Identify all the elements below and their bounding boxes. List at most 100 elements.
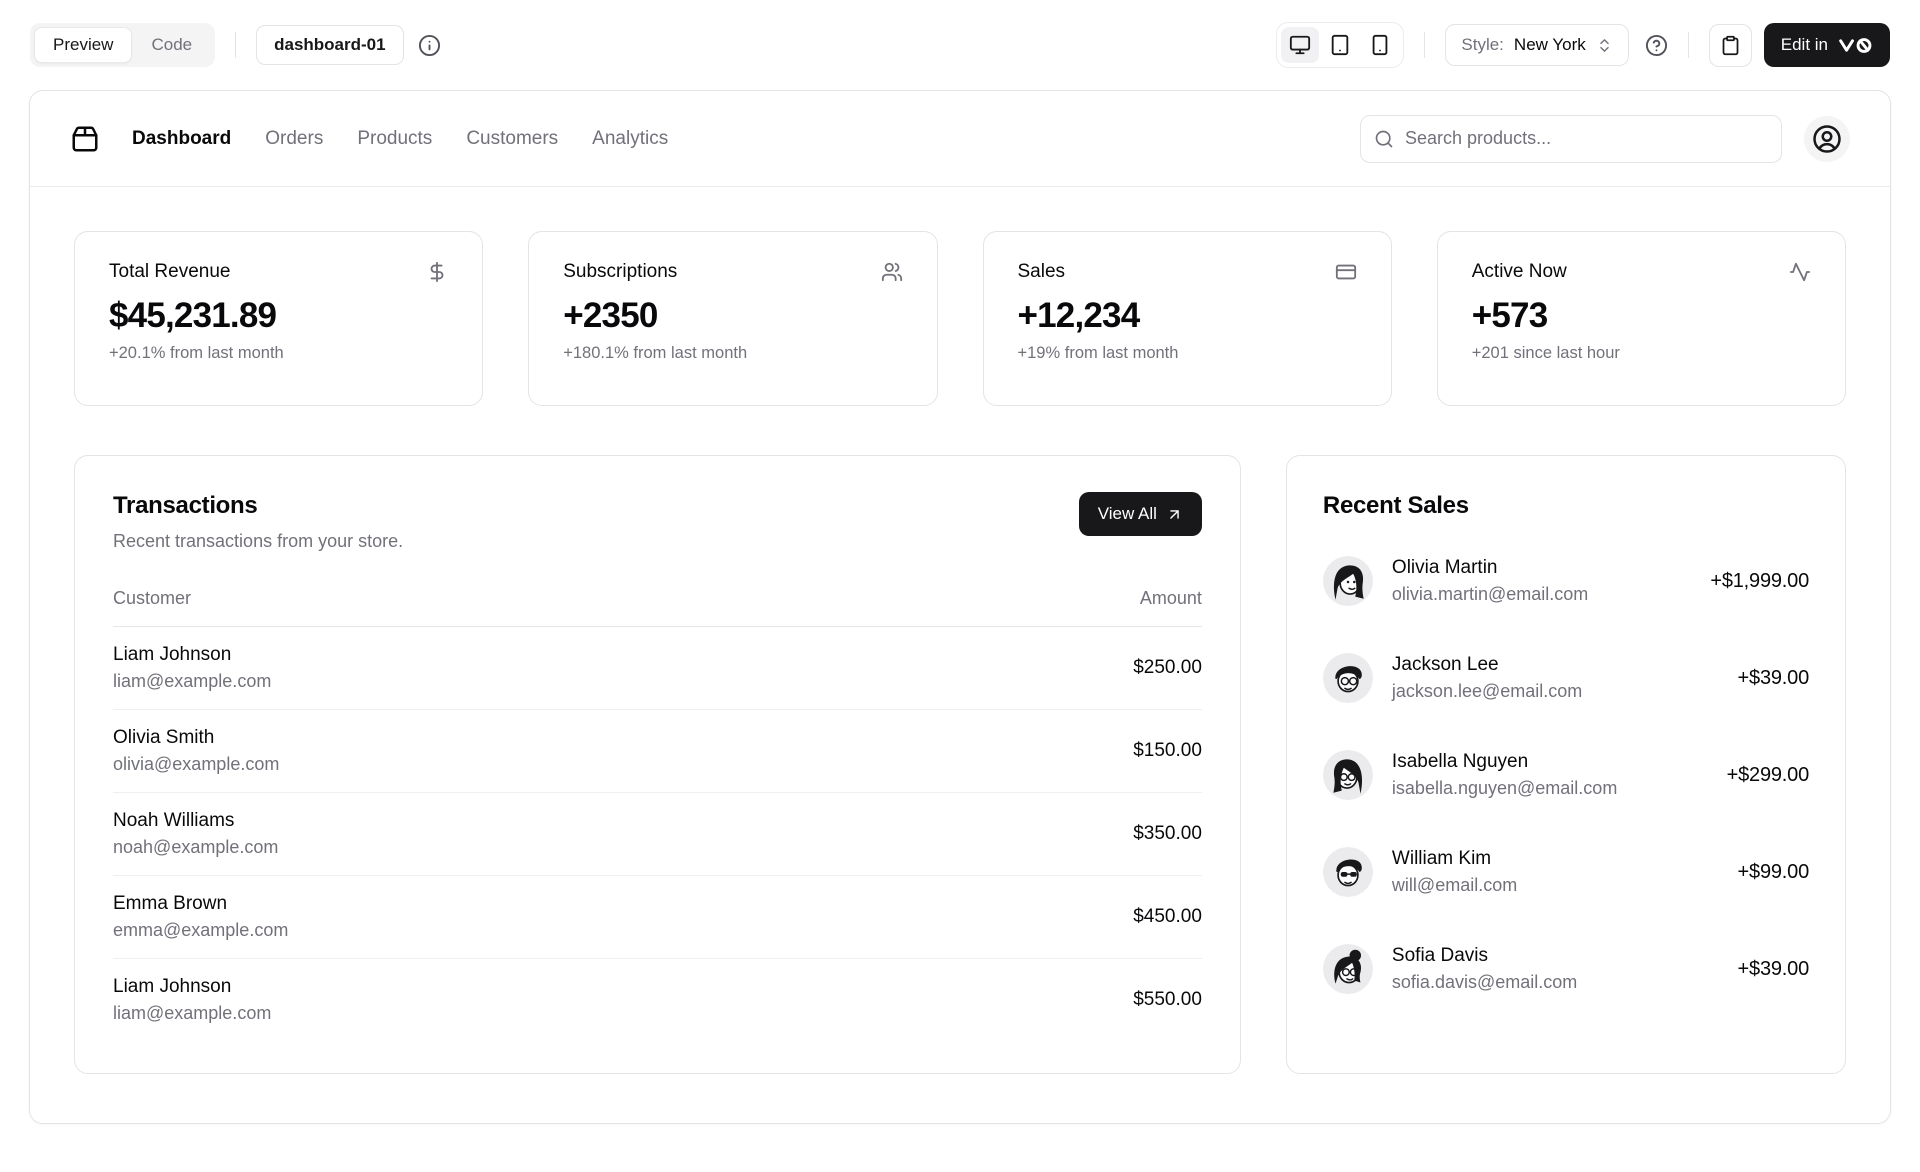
- nav-item-dashboard[interactable]: Dashboard: [132, 128, 231, 150]
- device-size-toggle: [1276, 22, 1404, 68]
- view-all-label: View All: [1098, 504, 1157, 524]
- transaction-amount: $150.00: [1133, 740, 1202, 762]
- package-icon[interactable]: [70, 124, 100, 154]
- customer-name: Noah Williams: [113, 810, 278, 832]
- search-wrap: [1360, 115, 1782, 163]
- stat-change: +180.1% from last month: [563, 344, 902, 363]
- transactions-title: Transactions: [113, 492, 403, 520]
- table-row[interactable]: Liam Johnson liam@example.com $250.00: [113, 627, 1202, 710]
- sale-amount: +$39.00: [1738, 667, 1809, 690]
- transactions-subtitle: Recent transactions from your store.: [113, 531, 403, 552]
- avatar: [1323, 556, 1373, 606]
- stat-value: +2350: [563, 296, 902, 336]
- stat-card-subscriptions: Subscriptions +2350 +180.1% from last mo…: [528, 231, 937, 406]
- column-header-amount: Amount: [1140, 588, 1202, 609]
- customer-email: olivia@example.com: [113, 754, 279, 775]
- recent-sales-list: Olivia Martin olivia.martin@email.com +$…: [1323, 556, 1809, 994]
- toolbar-separator: [235, 32, 236, 58]
- customer-email: noah@example.com: [113, 837, 278, 858]
- info-button[interactable]: [418, 34, 441, 57]
- customer-name: Olivia Smith: [113, 727, 279, 749]
- tablet-icon: [1329, 34, 1351, 56]
- stat-title: Total Revenue: [109, 261, 230, 283]
- tab-preview[interactable]: Preview: [34, 27, 132, 63]
- avatar: [1323, 944, 1373, 994]
- sale-email: olivia.martin@email.com: [1392, 584, 1588, 605]
- avatar: [1323, 847, 1373, 897]
- search-input[interactable]: [1360, 115, 1782, 163]
- sale-name: William Kim: [1392, 848, 1517, 870]
- sale-name: Isabella Nguyen: [1392, 751, 1617, 773]
- list-item: Jackson Lee jackson.lee@email.com +$39.0…: [1323, 653, 1809, 703]
- nav-item-analytics[interactable]: Analytics: [592, 128, 668, 150]
- sale-amount: +$1,999.00: [1710, 570, 1809, 593]
- stat-title: Subscriptions: [563, 261, 677, 283]
- block-preview-frame: Dashboard Orders Products Customers Anal…: [29, 90, 1891, 1124]
- table-row[interactable]: Olivia Smith olivia@example.com $150.00: [113, 710, 1202, 793]
- transactions-table: Customer Amount Liam Johnson liam@exampl…: [113, 588, 1202, 1041]
- stat-card-sales: Sales +12,234 +19% from last month: [983, 231, 1392, 406]
- sale-name: Olivia Martin: [1392, 557, 1588, 579]
- recent-sales-title: Recent Sales: [1323, 492, 1809, 520]
- chevrons-up-down-icon: [1596, 37, 1613, 54]
- sale-name: Sofia Davis: [1392, 945, 1577, 967]
- avatar: [1323, 750, 1373, 800]
- table-row[interactable]: Emma Brown emma@example.com $450.00: [113, 876, 1202, 959]
- users-icon: [881, 261, 903, 283]
- edit-in-v0-label: Edit in: [1781, 35, 1828, 55]
- help-circle-icon: [1645, 34, 1668, 57]
- sale-amount: +$299.00: [1727, 764, 1809, 787]
- sale-name: Jackson Lee: [1392, 654, 1582, 676]
- device-desktop-button[interactable]: [1281, 27, 1319, 63]
- list-item: William Kim will@email.com +$99.00: [1323, 847, 1809, 897]
- nav-item-products[interactable]: Products: [357, 128, 432, 150]
- stat-change: +20.1% from last month: [109, 344, 448, 363]
- stat-change: +201 since last hour: [1472, 344, 1811, 363]
- column-header-customer: Customer: [113, 588, 191, 609]
- avatar: [1323, 653, 1373, 703]
- arrow-up-right-icon: [1166, 506, 1183, 523]
- edit-in-v0-button[interactable]: Edit in: [1764, 23, 1890, 67]
- stat-value: +12,234: [1018, 296, 1357, 336]
- user-circle-icon: [1812, 124, 1842, 154]
- customer-email: emma@example.com: [113, 920, 288, 941]
- customer-name: Liam Johnson: [113, 976, 271, 998]
- toolbar-separator: [1424, 32, 1425, 58]
- view-all-button[interactable]: View All: [1079, 492, 1202, 536]
- list-item: Olivia Martin olivia.martin@email.com +$…: [1323, 556, 1809, 606]
- preview-code-toggle: Preview Code: [30, 23, 215, 67]
- customer-name: Liam Johnson: [113, 644, 271, 666]
- block-name-badge: dashboard-01: [256, 25, 403, 65]
- sale-email: isabella.nguyen@email.com: [1392, 778, 1617, 799]
- account-menu-button[interactable]: [1804, 116, 1850, 162]
- nav-item-customers[interactable]: Customers: [466, 128, 558, 150]
- stat-card-total-revenue: Total Revenue $45,231.89 +20.1% from las…: [74, 231, 483, 406]
- dashboard-navbar: Dashboard Orders Products Customers Anal…: [30, 91, 1890, 187]
- customer-name: Emma Brown: [113, 893, 288, 915]
- list-item: Isabella Nguyen isabella.nguyen@email.co…: [1323, 750, 1809, 800]
- transactions-card: Transactions Recent transactions from yo…: [74, 455, 1241, 1074]
- stat-value: $45,231.89: [109, 296, 448, 336]
- copy-code-button[interactable]: [1709, 24, 1752, 67]
- nav-links: Dashboard Orders Products Customers Anal…: [132, 128, 668, 150]
- device-tablet-button[interactable]: [1321, 27, 1359, 63]
- nav-item-orders[interactable]: Orders: [265, 128, 323, 150]
- stat-change: +19% from last month: [1018, 344, 1357, 363]
- table-row[interactable]: Noah Williams noah@example.com $350.00: [113, 793, 1202, 876]
- dollar-sign-icon: [426, 261, 448, 283]
- help-button[interactable]: [1645, 34, 1668, 57]
- toolbar-separator: [1688, 32, 1689, 58]
- stat-card-active-now: Active Now +573 +201 since last hour: [1437, 231, 1846, 406]
- transaction-amount: $550.00: [1133, 989, 1202, 1011]
- tab-code[interactable]: Code: [132, 27, 211, 63]
- table-row[interactable]: Liam Johnson liam@example.com $550.00: [113, 959, 1202, 1041]
- sale-email: jackson.lee@email.com: [1392, 681, 1582, 702]
- transaction-amount: $350.00: [1133, 823, 1202, 845]
- smartphone-icon: [1369, 34, 1391, 56]
- recent-sales-card: Recent Sales Olivia Martin olivia.martin…: [1286, 455, 1846, 1074]
- style-select[interactable]: Style: New York: [1445, 24, 1628, 66]
- transaction-amount: $450.00: [1133, 906, 1202, 928]
- credit-card-icon: [1335, 261, 1357, 283]
- activity-icon: [1789, 261, 1811, 283]
- device-mobile-button[interactable]: [1361, 27, 1399, 63]
